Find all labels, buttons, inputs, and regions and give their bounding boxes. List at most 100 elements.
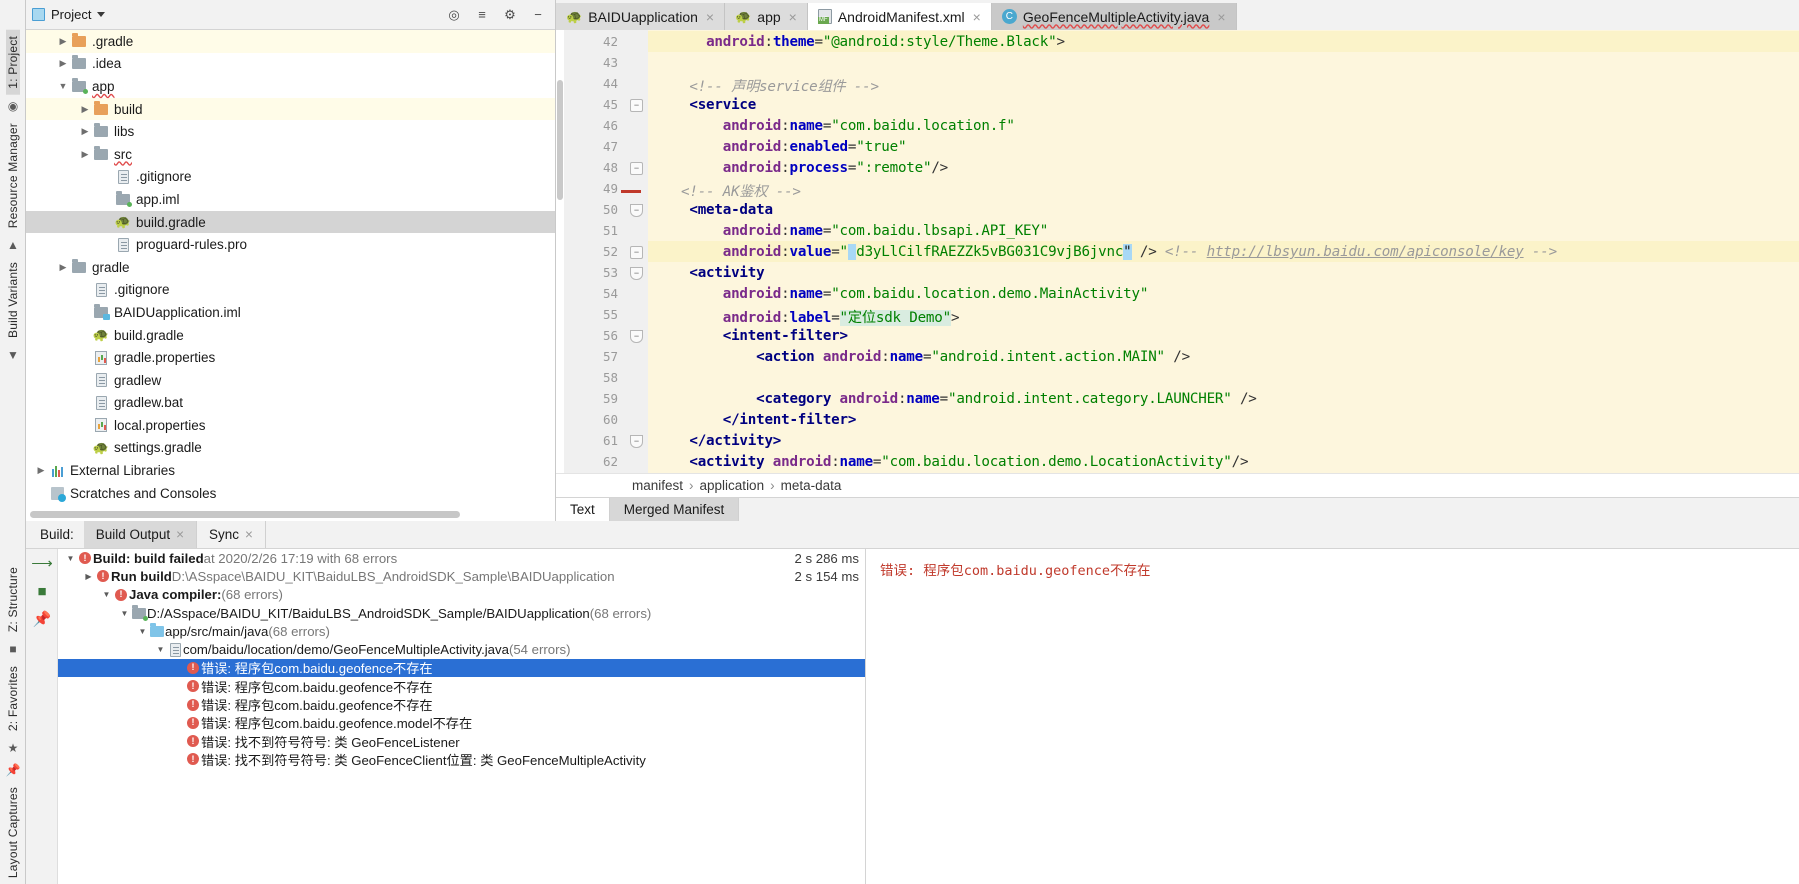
build-output-row[interactable]: D:/ASspace/BAIDU_KIT/BaiduLBS_AndroidSDK… (58, 604, 865, 622)
tab-text[interactable]: Text (556, 498, 610, 521)
project-tree-item[interactable]: 🐢 build.gradle (26, 210, 555, 234)
tree-expand-arrow[interactable] (100, 590, 113, 599)
tree-expand-arrow[interactable] (118, 609, 131, 618)
project-tree-item[interactable]: proguard-rules.pro (26, 233, 555, 256)
code-line[interactable]: android:label="定位sdk Demo"> (656, 307, 960, 327)
editor-bottom-tabs[interactable]: Text Merged Manifest (556, 497, 1799, 521)
close-icon[interactable]: × (973, 9, 981, 25)
code-line[interactable]: android:name="com.baidu.location.demo.Ma… (656, 286, 1149, 302)
project-tree-item[interactable]: .gitignore (26, 166, 555, 189)
tool-button-project[interactable]: 1: Project (6, 30, 20, 95)
code-line[interactable]: android:name="com.baidu.lbsapi.API_KEY" (656, 223, 1049, 239)
pin-icon[interactable]: 📌 (26, 605, 58, 633)
close-icon[interactable]: × (706, 9, 714, 25)
tree-expand-arrow[interactable] (154, 645, 167, 654)
code-line[interactable]: <action android:name="android.intent.act… (656, 349, 1190, 365)
build-output-row[interactable]: !Build: build failed at 2020/2/26 17:19 … (58, 549, 865, 567)
close-icon[interactable]: × (1217, 9, 1225, 25)
tree-expand-arrow[interactable] (56, 58, 70, 69)
code-line[interactable]: <activity android:name="com.baidu.locati… (656, 454, 1248, 470)
build-output-row[interactable]: app/src/main/java (68 errors) (58, 622, 865, 640)
tree-expand-arrow[interactable] (78, 149, 92, 160)
code-line[interactable]: <activity (656, 265, 764, 281)
locate-icon[interactable]: ◎ (443, 4, 465, 26)
code-fold-toggle[interactable]: − (630, 435, 643, 448)
build-output-row[interactable]: !Run build D:\ASspace\BAIDU_KIT\BaiduLBS… (58, 567, 865, 585)
tool-button-resource-manager[interactable]: Resource Manager (6, 117, 20, 234)
project-horizontal-scrollbar[interactable] (26, 508, 555, 521)
project-tree-item[interactable]: .gitignore (26, 279, 555, 302)
build-output-row[interactable]: ! 错误: 找不到符号符号: 类 GeoFenceClient位置: 类 GeoF… (58, 750, 865, 768)
code-fold-toggle[interactable]: − (630, 204, 643, 217)
tab-merged-manifest[interactable]: Merged Manifest (609, 498, 740, 521)
tree-expand-arrow[interactable] (56, 262, 70, 273)
gear-icon[interactable]: ⚙ (499, 4, 521, 26)
code-fold-toggle[interactable]: − (630, 267, 643, 280)
filter-icon[interactable]: ■ (26, 577, 58, 605)
project-tree-item[interactable]: gradle (26, 256, 555, 279)
breadcrumb-item-application[interactable]: application (700, 478, 765, 493)
build-output-row[interactable]: ! 错误: 程序包com.baidu.geofence不存在 (58, 695, 865, 713)
editor-tab[interactable]: 🐢 app × (725, 3, 808, 30)
build-side-toolbar[interactable]: ⟶ ■ 📌 (26, 549, 58, 884)
tab-sync[interactable]: Sync × (197, 521, 266, 548)
code-fold-toggle[interactable]: − (630, 246, 643, 259)
editor-left-scrollbar[interactable] (556, 30, 564, 521)
editor-tab[interactable]: C GeoFenceMultipleActivity.java × (991, 3, 1237, 30)
code-line[interactable]: android:process=":remote"/> (656, 160, 948, 176)
tree-expand-arrow[interactable] (78, 104, 92, 115)
code-line[interactable]: android:enabled="true" (656, 139, 907, 155)
project-tree-item[interactable]: gradle.properties (26, 346, 555, 369)
build-output-row[interactable]: !Java compiler: (68 errors) (58, 586, 865, 604)
tree-expand-arrow[interactable] (136, 627, 149, 636)
collapse-all-icon[interactable]: ≡ (471, 4, 493, 26)
project-tree-item[interactable]: .gradle (26, 30, 555, 53)
tree-expand-arrow[interactable] (56, 36, 70, 47)
code-line[interactable]: <service (656, 97, 756, 113)
code-editor[interactable]: 42 43 44 45 46 47 48 49 50 51 52 53 54 55 56 57 58 59 60 61… (556, 30, 1799, 521)
code-fold-toggle[interactable]: − (630, 99, 643, 112)
build-output-row[interactable]: com/baidu/location/demo/GeoFenceMultiple… (58, 640, 865, 658)
tool-button-build-variants[interactable]: Build Variants (6, 256, 20, 344)
close-icon[interactable]: × (245, 527, 253, 542)
scrollbar-thumb[interactable] (30, 511, 460, 518)
project-tree-item[interactable]: External Libraries (26, 459, 555, 482)
project-tree-item[interactable]: BAIDUapplication.iml (26, 301, 555, 324)
code-line[interactable]: android:value=" d3yLlCilfRAEZZk5vBG031C9… (656, 244, 1557, 260)
code-line[interactable]: <category android:name="android.intent.c… (656, 391, 1257, 407)
tree-expand-arrow[interactable] (64, 554, 77, 563)
build-tab-bar[interactable]: Build: Build Output × Sync × (26, 521, 1799, 549)
project-tree-item[interactable]: src (26, 143, 555, 166)
build-output-row[interactable]: ! 错误: 程序包com.baidu.geofence不存在 (58, 658, 865, 678)
breadcrumb-item-meta-data[interactable]: meta-data (781, 478, 842, 493)
build-output-row[interactable]: ! 错误: 找不到符号符号: 类 GeoFenceListener (58, 732, 865, 750)
code-line[interactable]: </intent-filter> (656, 412, 857, 428)
project-tree-item[interactable]: libs (26, 120, 555, 143)
code-fold-toggle[interactable]: − (630, 162, 643, 175)
project-tree-item[interactable]: local.properties (26, 414, 555, 437)
close-icon[interactable]: × (789, 9, 797, 25)
hide-icon[interactable]: − (527, 4, 549, 26)
code-line[interactable]: </activity> (656, 433, 781, 449)
code-fold-toggle[interactable]: − (630, 330, 643, 343)
project-tree-item[interactable]: app.iml (26, 188, 555, 211)
breadcrumb-item-manifest[interactable]: manifest (632, 478, 683, 493)
breadcrumb[interactable]: manifest › application › meta-data (556, 473, 1799, 497)
chevron-down-icon[interactable] (97, 12, 106, 17)
project-tree-item[interactable]: app (26, 75, 555, 98)
tab-build-output[interactable]: Build Output × (83, 521, 197, 548)
project-tree-item[interactable]: build (26, 97, 555, 121)
tool-button-layout-captures[interactable]: Layout Captures (6, 781, 20, 884)
code-folding-column[interactable]: − − − − − − − (621, 30, 648, 473)
tool-button-structure[interactable]: Z: Structure (6, 561, 20, 638)
tree-expand-arrow[interactable] (82, 572, 95, 581)
project-tree-item[interactable]: 🐢 settings.gradle (26, 437, 555, 460)
build-output-row[interactable]: ! 错误: 程序包com.baidu.geofence不存在 (58, 677, 865, 695)
editor-tab-bar[interactable]: 🐢BAIDUapplication×🐢app×AndroidManifest.x… (556, 0, 1799, 30)
tree-expand-arrow[interactable] (78, 126, 92, 137)
project-tree-item[interactable]: 🐢 build.gradle (26, 324, 555, 347)
editor-tab[interactable]: 🐢 BAIDUapplication × (556, 3, 726, 30)
project-tree-item[interactable]: gradlew.bat (26, 392, 555, 415)
code-line[interactable]: android:theme="@android:style/Theme.Blac… (656, 34, 1065, 50)
close-icon[interactable]: × (176, 527, 184, 542)
